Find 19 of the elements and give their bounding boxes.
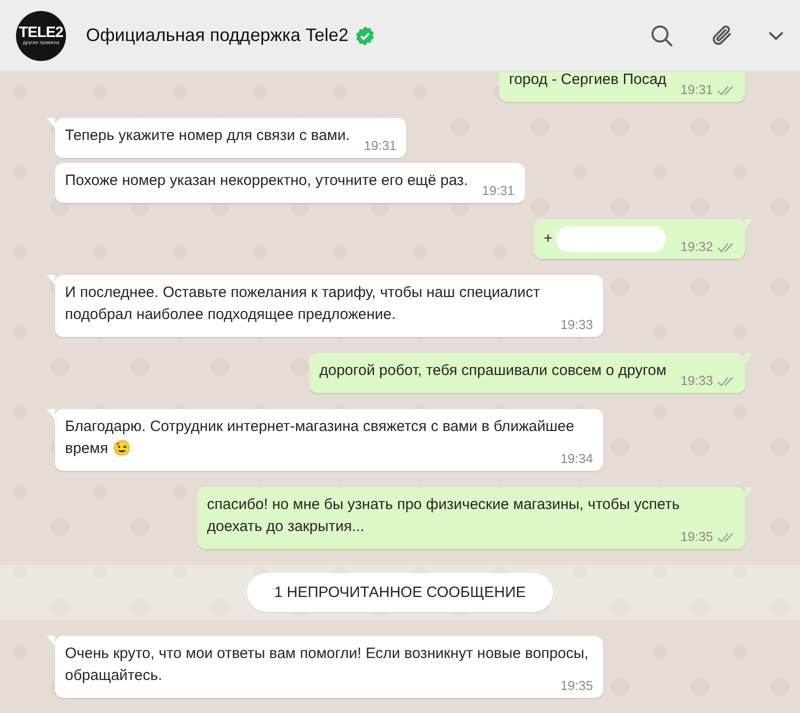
- message-text: Теперь укажите номер для связи с вами.: [65, 127, 350, 144]
- message-time: 19:33: [680, 372, 713, 390]
- message-time: 19:31: [364, 137, 396, 155]
- chat-title: Официальная поддержка Tele2: [86, 25, 349, 46]
- unread-messages-label: 1 НЕПРОЧИТАННОЕ СООБЩЕНИЕ: [247, 573, 553, 612]
- message-text: Похоже номер указан некорректно, уточните его ещё раз.: [65, 172, 468, 189]
- search-icon[interactable]: [650, 24, 674, 48]
- message-text: город - Сергиев Посад: [508, 72, 666, 88]
- message-time: 19:31: [680, 81, 713, 99]
- message-text: +: [544, 230, 552, 247]
- message-time: 19:33: [560, 316, 593, 334]
- chevron-down-icon[interactable]: [768, 30, 784, 40]
- logo-text: TELE2: [18, 25, 64, 40]
- message-text: спасибо! но мне бы узнать про физические магазины, чтобы успеть доехать до закрытия...: [207, 496, 680, 535]
- message-time: 19:35: [680, 528, 713, 546]
- message-time: 19:31: [482, 182, 515, 200]
- message-text: дорогой робот, тебя спрашивали совсем о другом: [319, 362, 666, 379]
- message-text: И последнее. Оставьте пожелания к тарифу, чтобы наш специалист подобрал наиболее подходящее предложение.: [65, 284, 540, 323]
- message-time: 19:32: [680, 238, 713, 256]
